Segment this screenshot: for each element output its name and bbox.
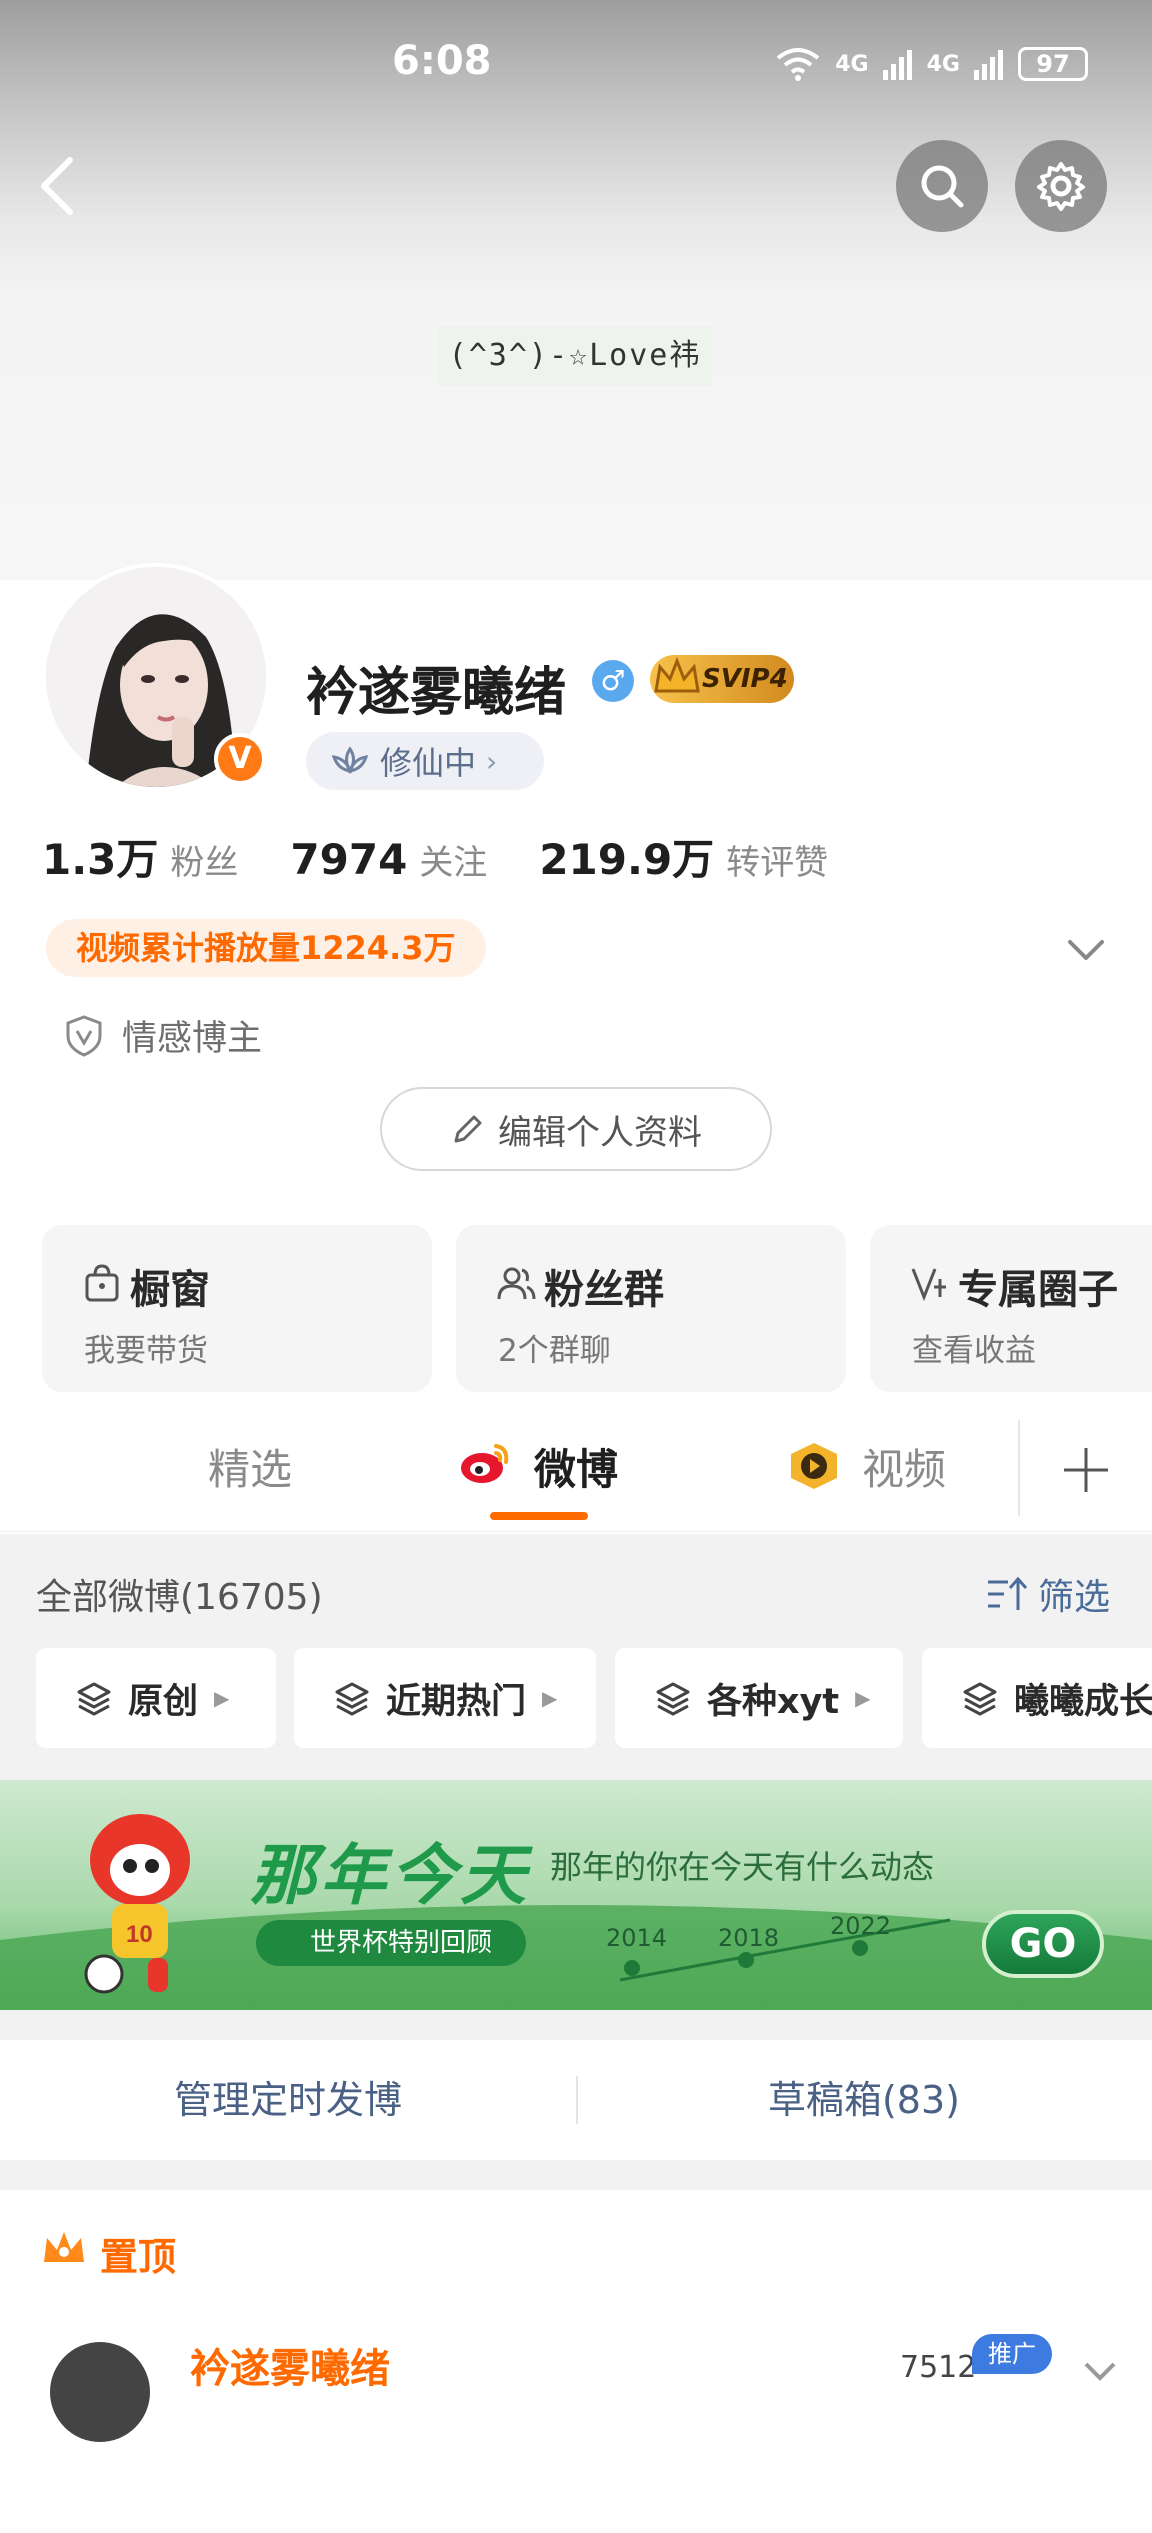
promo-year: 2014	[606, 1924, 668, 1952]
caret-right-icon: ▶	[855, 1686, 871, 1710]
chip-xyt[interactable]: 各种xyt ▶	[615, 1648, 903, 1748]
chip-label: 原创	[128, 1681, 199, 1722]
showcase-card[interactable]: 橱窗 我要带货	[42, 1225, 432, 1392]
crown-icon	[654, 656, 700, 693]
scheduled-posts-button[interactable]: 管理定时发博	[0, 2040, 576, 2160]
signal-icon	[882, 50, 912, 80]
circle-v-icon	[911, 1268, 946, 1302]
exclusive-circle-title: 专属圈子	[958, 1267, 1118, 1313]
signal-icon	[974, 50, 1003, 80]
on-this-day-banner[interactable]: 10 那年今天 那年的你在今天有什么动态 世界杯特别回顾 2014 2018 2…	[0, 1780, 1152, 2010]
filter-sort-icon	[988, 1576, 1028, 1610]
pencil-icon	[454, 1115, 482, 1143]
following-count[interactable]: 7974	[290, 835, 407, 884]
post-author-name[interactable]: 衿遂雾曦绪	[190, 2336, 390, 2394]
status-chip-label: 修仙中	[380, 744, 477, 782]
chip-growth[interactable]: 曦曦成长	[922, 1648, 1152, 1748]
followers-label[interactable]: 粉丝	[170, 835, 238, 884]
wifi-icon	[777, 48, 820, 81]
drafts-button[interactable]: 草稿箱(83)	[576, 2040, 1152, 2160]
all-posts-count: 全部微博(16705)	[36, 1577, 323, 1618]
exclusive-circle-subtitle: 查看收益	[912, 1333, 1036, 1369]
pinned-post-card[interactable]: 置顶 衿遂雾曦绪 7512 推广	[0, 2190, 1152, 2442]
chip-original[interactable]: 原创 ▶	[36, 1648, 276, 1748]
promo-subtitle: 那年的你在今天有什么动态	[550, 1848, 935, 1886]
search-button[interactable]	[896, 140, 988, 232]
settings-button[interactable]	[1015, 140, 1107, 232]
status-time: 6:08	[392, 38, 492, 84]
interactions-count[interactable]: 219.9万	[539, 826, 714, 887]
weibo-logo-icon	[461, 1444, 509, 1483]
showcase-subtitle: 我要带货	[84, 1333, 208, 1369]
layers-icon	[77, 1682, 111, 1716]
chevron-down-icon[interactable]	[1064, 930, 1108, 970]
filter-button[interactable]: 筛选	[986, 1568, 1110, 1620]
status-bar: 6:08 4G 4G 97	[0, 0, 1152, 130]
lotus-icon	[331, 746, 369, 774]
shield-icon	[66, 1014, 102, 1057]
ad-badge: 推广	[972, 2334, 1052, 2374]
interactions-label[interactable]: 转评赞	[726, 835, 828, 884]
followers-count[interactable]: 1.3万	[42, 826, 158, 887]
tab-video[interactable]: 视频	[862, 1436, 946, 1497]
layers-icon	[335, 1682, 369, 1716]
status-chip[interactable]: 修仙中 ›	[306, 732, 544, 790]
male-icon: ♂	[592, 660, 634, 702]
fan-group-subtitle: 2个群聊	[498, 1333, 611, 1369]
edit-profile-button[interactable]: 编辑个人资料	[380, 1087, 772, 1171]
shopping-bag-icon	[85, 1264, 119, 1302]
promo-title: 那年今天	[250, 1837, 530, 1914]
filter-label: 筛选	[1038, 1577, 1111, 1618]
promo-go-button[interactable]: GO	[982, 1910, 1104, 1978]
exclusive-circle-card[interactable]: 专属圈子 查看收益	[870, 1225, 1152, 1392]
chip-label: 各种xyt	[707, 1681, 840, 1722]
verified-badge-icon: V	[214, 733, 266, 785]
layers-icon	[963, 1682, 997, 1716]
back-button[interactable]	[30, 150, 90, 220]
fan-group-card[interactable]: 粉丝群 2个群聊	[456, 1225, 846, 1392]
pinned-label: 置顶	[100, 2235, 177, 2279]
chip-label: 曦曦成长	[1014, 1681, 1152, 1722]
search-icon	[921, 165, 964, 208]
manage-row: 管理定时发博 草稿箱(83)	[0, 2040, 1152, 2160]
gear-icon	[1037, 162, 1085, 211]
tab-featured[interactable]: 精选	[208, 1436, 292, 1497]
following-label[interactable]: 关注	[419, 835, 487, 884]
mascot-icon: 10	[84, 1814, 190, 1994]
edit-profile-label: 编辑个人资料	[498, 1112, 702, 1153]
status-icons: 4G 4G 97	[775, 46, 1088, 82]
chevron-down-icon[interactable]	[1080, 2350, 1120, 2390]
showcase-title: 橱窗	[130, 1267, 210, 1313]
fan-group-title: 粉丝群	[544, 1267, 664, 1313]
ad-count: 7512	[900, 2350, 977, 2385]
active-tab-indicator	[490, 1512, 588, 1520]
chevron-left-icon	[41, 157, 73, 215]
promo-year: 2018	[718, 1924, 780, 1952]
crown-icon	[44, 2232, 84, 2262]
tab-weibo[interactable]: 微博	[534, 1436, 618, 1497]
add-tab-icon[interactable]	[1058, 1442, 1114, 1498]
caret-right-icon: ▶	[542, 1686, 558, 1710]
role-row[interactable]: 情感博主	[64, 1010, 262, 1061]
battery-indicator: 97	[1018, 47, 1088, 81]
signal-label-1: 4G	[835, 51, 869, 77]
signal-label-2: 4G	[926, 51, 960, 77]
post-author-avatar[interactable]	[50, 2342, 150, 2442]
svg-text:10: 10	[126, 1921, 153, 1948]
chevron-right-icon: ›	[486, 744, 498, 778]
layers-icon	[656, 1682, 690, 1716]
promo-tag: 世界杯特别回顾	[256, 1920, 526, 1966]
video-play-icon	[791, 1443, 837, 1489]
profile-username: 衿遂雾曦绪	[306, 663, 567, 723]
chip-recent-hot[interactable]: 近期热门 ▶	[294, 1648, 596, 1748]
chip-label: 近期热门	[386, 1681, 527, 1722]
video-views-pill[interactable]: 视频累计播放量1224.3万	[46, 919, 486, 977]
promo-year: 2022	[830, 1912, 892, 1940]
cover-text: (^3^)-☆Love祎	[438, 326, 712, 386]
role-label: 情感博主	[122, 1019, 263, 1059]
caret-right-icon: ▶	[214, 1686, 230, 1710]
profile-stats: 1.3万 粉丝 7974 关注 219.9万 转评赞	[42, 826, 880, 887]
group-icon	[497, 1267, 536, 1300]
tab-divider	[1018, 1420, 1020, 1516]
